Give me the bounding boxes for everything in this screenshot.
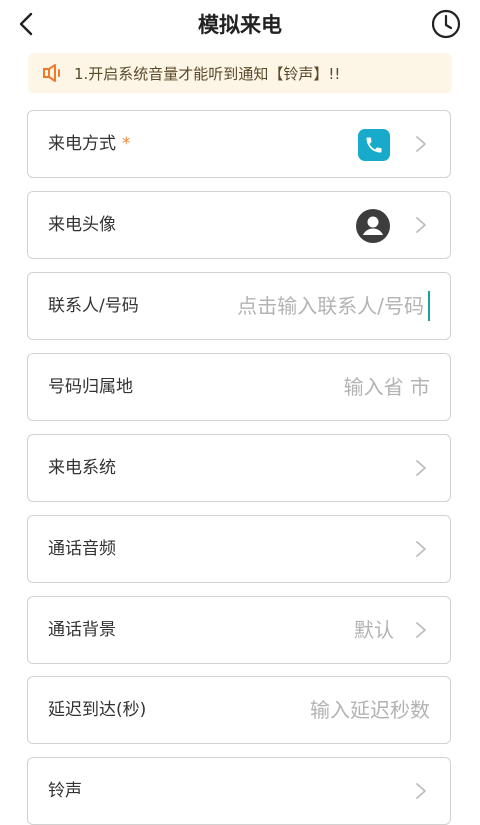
call-background-label: 通话背景 xyxy=(48,620,116,640)
contact-number-row[interactable]: 联系人/号码 点击输入联系人/号码 xyxy=(27,272,451,340)
phone-app-icon xyxy=(358,129,390,161)
chevron-right-icon xyxy=(416,217,426,233)
caller-avatar-row[interactable]: 来电头像 xyxy=(27,191,451,259)
text-cursor xyxy=(428,291,430,321)
call-audio-row[interactable]: 通话音频 xyxy=(27,515,451,583)
ringtone-row[interactable]: 铃声 xyxy=(27,757,451,825)
avatar-icon xyxy=(356,209,390,243)
call-system-row[interactable]: 来电系统 xyxy=(27,434,451,502)
chevron-right-icon xyxy=(416,622,426,638)
call-method-label: 来电方式 * xyxy=(48,134,131,154)
clock-icon xyxy=(431,9,461,39)
number-location-row[interactable]: 号码归属地 输入省 市 xyxy=(27,353,451,421)
call-background-row[interactable]: 通话背景 默认 xyxy=(27,596,451,664)
volume-notice-banner: 1.开启系统音量才能听到通知【铃声】!! xyxy=(28,53,452,93)
contact-number-label: 联系人/号码 xyxy=(48,296,139,316)
required-mark: * xyxy=(122,134,131,154)
call-background-value: 默认 xyxy=(354,618,394,642)
page-title: 模拟来电 xyxy=(198,13,282,37)
contact-number-input[interactable]: 点击输入联系人/号码 xyxy=(237,273,424,339)
call-audio-label: 通话音频 xyxy=(48,539,116,559)
app-header: 模拟来电 xyxy=(0,0,480,48)
chevron-right-icon xyxy=(416,541,426,557)
chevron-right-icon xyxy=(416,460,426,476)
phone-icon xyxy=(366,137,382,153)
chevron-right-icon xyxy=(416,783,426,799)
call-system-label: 来电系统 xyxy=(48,458,116,478)
delay-arrival-label: 延迟到达(秒) xyxy=(48,700,147,720)
history-button[interactable] xyxy=(430,8,462,40)
notice-text: 1.开启系统音量才能听到通知【铃声】!! xyxy=(74,64,341,83)
speaker-icon xyxy=(43,64,60,82)
chevron-right-icon xyxy=(416,136,426,152)
caller-avatar-label: 来电头像 xyxy=(48,215,116,235)
ringtone-label: 铃声 xyxy=(48,781,82,801)
call-method-row[interactable]: 来电方式 * xyxy=(27,110,451,178)
number-location-label: 号码归属地 xyxy=(48,377,133,397)
delay-arrival-row[interactable]: 延迟到达(秒) 输入延迟秒数 xyxy=(27,676,451,744)
number-location-input[interactable]: 输入省 市 xyxy=(344,354,430,420)
delay-seconds-input[interactable]: 输入延迟秒数 xyxy=(310,677,430,743)
